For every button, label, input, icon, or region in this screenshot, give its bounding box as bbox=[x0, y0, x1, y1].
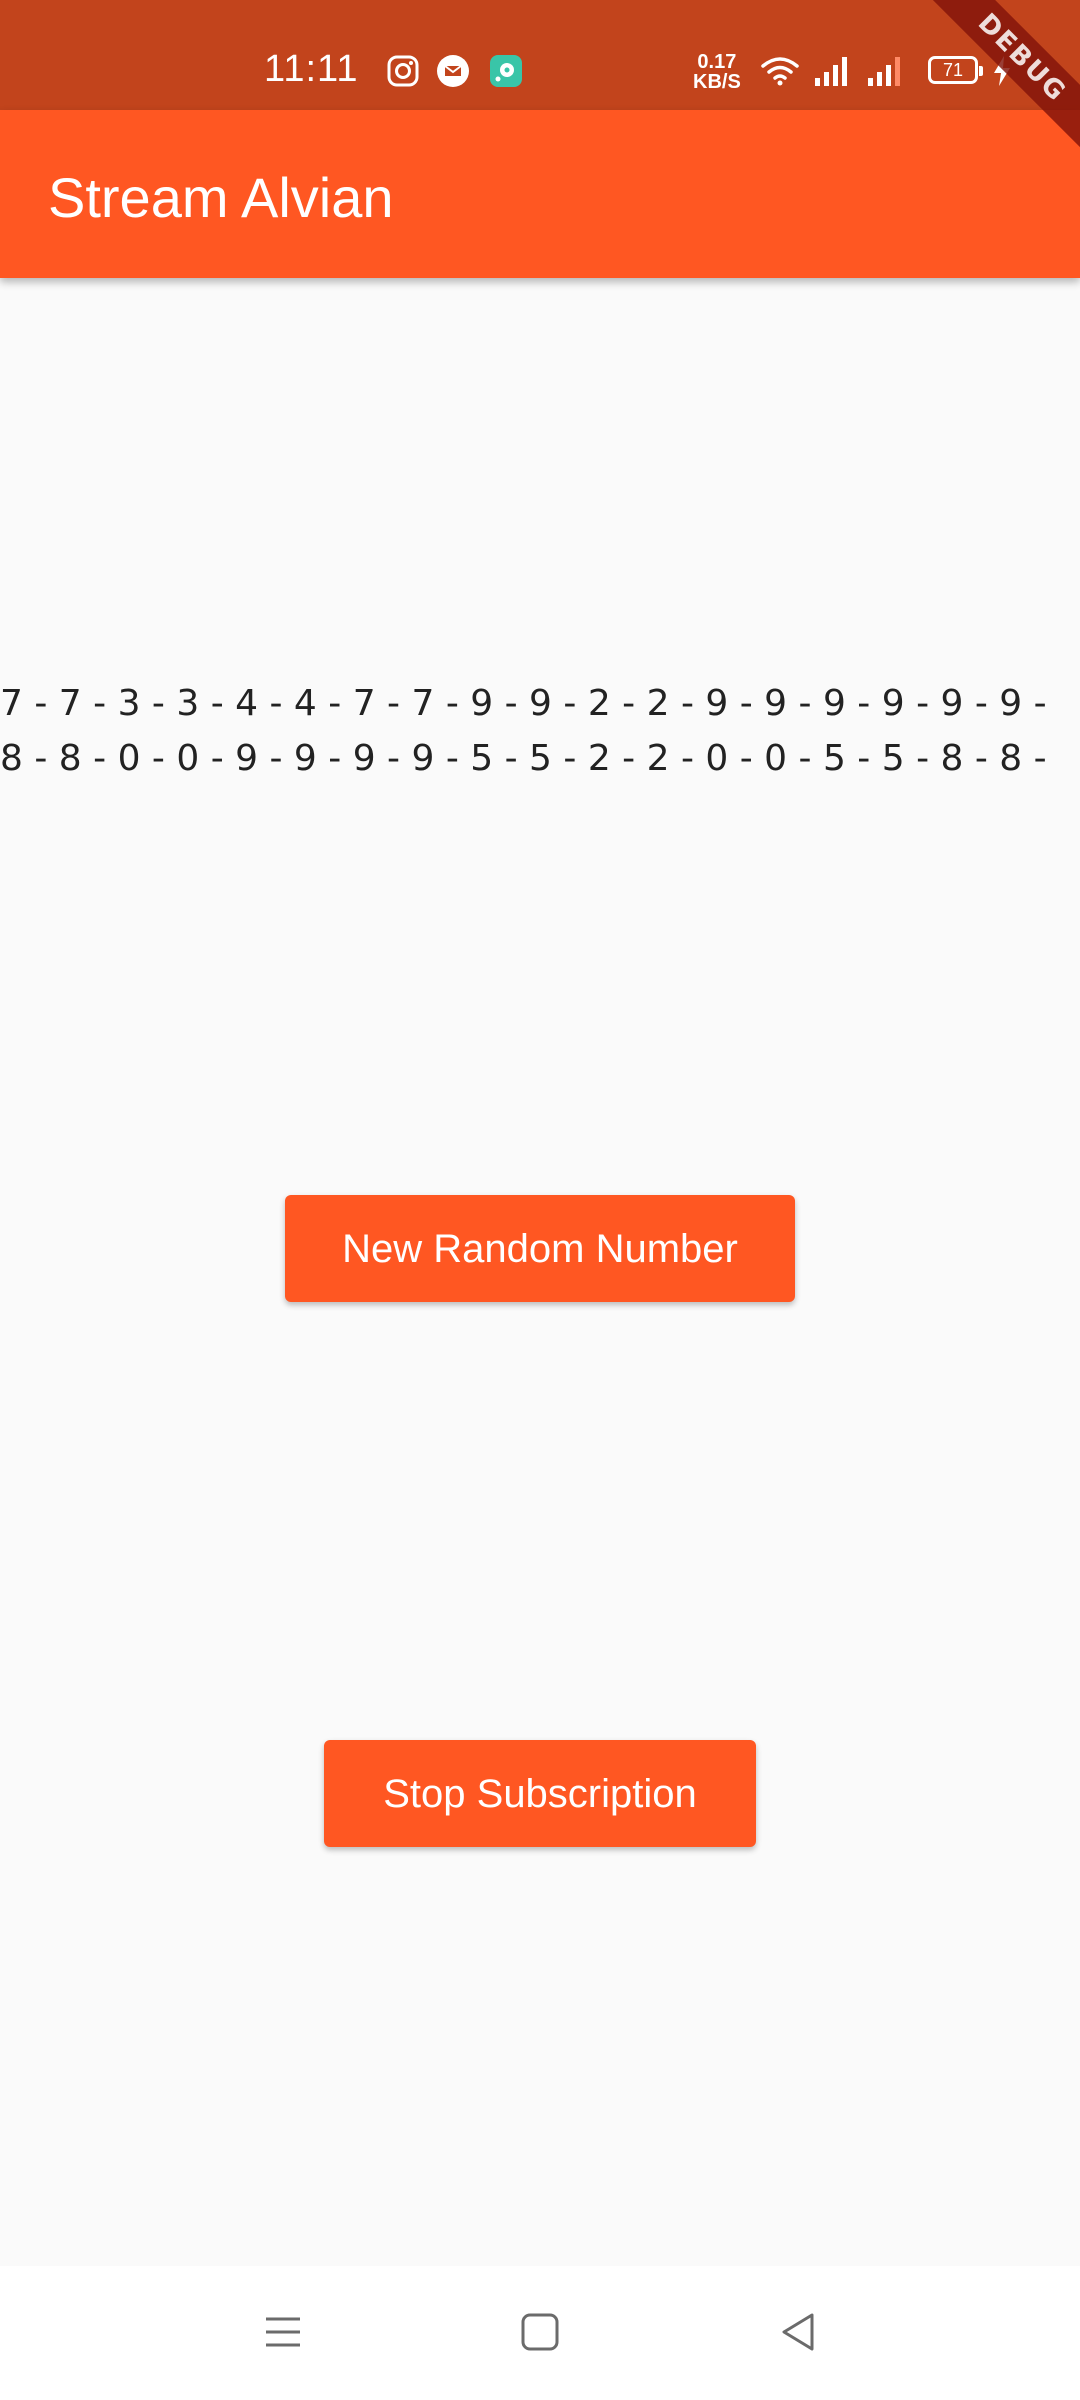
page-title: Stream Alvian bbox=[48, 166, 394, 229]
status-time: 11:11 bbox=[264, 48, 359, 90]
home-icon[interactable] bbox=[518, 2310, 562, 2354]
debug-banner: DEBUG bbox=[910, 0, 1080, 170]
net-speed-value: 0.17 bbox=[697, 51, 737, 73]
back-icon[interactable] bbox=[776, 2310, 820, 2354]
app-icon bbox=[490, 55, 522, 87]
debug-banner-label: DEBUG bbox=[914, 0, 1080, 166]
menu-icon[interactable] bbox=[261, 2310, 305, 2354]
instagram-icon bbox=[387, 55, 419, 87]
stop-subscription-button[interactable]: Stop Subscription bbox=[324, 1740, 756, 1847]
signal-icon bbox=[868, 57, 900, 86]
new-random-number-button[interactable]: New Random Number bbox=[285, 1195, 795, 1302]
net-speed-unit: KB/S bbox=[693, 71, 741, 93]
random-number-stream: 7 - 7 - 3 - 3 - 4 - 4 - 7 - 7 - 9 - 9 - … bbox=[0, 683, 1047, 779]
navigation-bar bbox=[0, 2266, 1080, 2400]
net-speed: 0.17 KB/S bbox=[693, 52, 741, 92]
signal-icon bbox=[815, 57, 847, 86]
wifi-icon bbox=[761, 57, 799, 86]
message-icon bbox=[437, 55, 469, 87]
